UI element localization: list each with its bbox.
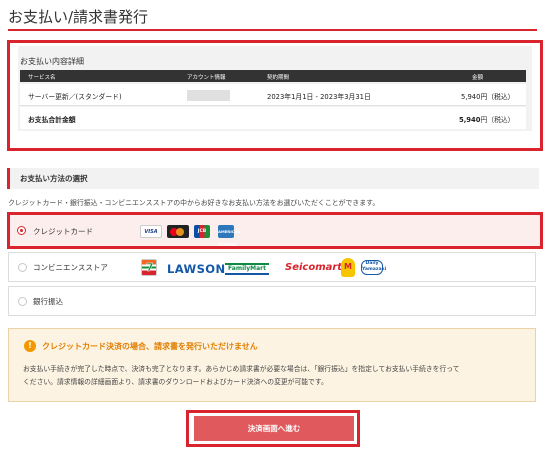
column-service-name: サービス名 bbox=[28, 75, 56, 81]
title-divider bbox=[8, 29, 537, 31]
invoice-notice: ! クレジットカード決済の場合、請求書を発行いただけません お支払い手続きが完了… bbox=[8, 328, 536, 402]
credit-card-radio[interactable] bbox=[17, 226, 26, 235]
page-title: お支払い/請求書発行 bbox=[8, 8, 149, 26]
familymart-logo: FamilyMart bbox=[225, 263, 269, 275]
proceed-to-payment-button[interactable]: 決済画面へ進む bbox=[194, 416, 354, 441]
details-table-header: サービス名 アカウント情報 契約期間 金額 bbox=[20, 70, 526, 82]
convenience-store-radio[interactable] bbox=[18, 263, 27, 272]
ministop-logo: M bbox=[341, 258, 355, 277]
convenience-store-label: コンビニエンスストア bbox=[33, 263, 108, 272]
bank-transfer-radio[interactable] bbox=[18, 297, 27, 306]
lawson-logo: LAWSON bbox=[167, 262, 226, 276]
daily-yamazaki-logo: Daily Yamazaki bbox=[361, 260, 386, 275]
contract-period: 2023年1月1日 - 2023年3月31日 bbox=[267, 93, 371, 101]
total-label: お支払合計金額 bbox=[28, 116, 76, 124]
service-name: サーバー更新／(スタンダード) bbox=[28, 93, 122, 101]
total-row: お支払合計金額 5,940円（税込） bbox=[20, 107, 526, 129]
payment-option-convenience-store[interactable]: コンビニエンスストア 7 LAWSON FamilyMart Seicomart… bbox=[8, 252, 536, 282]
credit-card-label: クレジットカード bbox=[33, 227, 93, 236]
total-amount-number: 5,940 bbox=[459, 116, 481, 124]
payment-method-section-header: お支払い方法の選択 bbox=[7, 168, 539, 189]
account-info-masked bbox=[187, 90, 230, 101]
notice-line-1: お支払い手続きが完了した時点で、決済も完了となります。あらかじめ請求書が必要な場… bbox=[23, 365, 460, 373]
jcb-logo: JCB bbox=[194, 225, 210, 238]
payment-details-heading: お支払い内容詳細 bbox=[20, 57, 84, 66]
amex-logo: AMERICAN EXPRESS bbox=[218, 225, 241, 247]
seven-eleven-logo: 7 bbox=[141, 259, 157, 276]
column-contract-period: 契約期間 bbox=[267, 75, 290, 81]
payment-option-bank-transfer[interactable]: 銀行振込 bbox=[8, 286, 536, 316]
mastercard-logo bbox=[167, 225, 189, 238]
notice-line-2: ください。請求情報の詳細画面より、請求書のダウンロードおよびカード決済への変更が… bbox=[23, 378, 328, 386]
column-account-info: アカウント情報 bbox=[187, 75, 226, 81]
table-row: サーバー更新／(スタンダード) 2023年1月1日 - 2023年3月31日 5… bbox=[20, 84, 526, 106]
seicomart-logo: Seicomart bbox=[285, 262, 343, 273]
payment-method-description: クレジットカード・銀行振込・コンビニエンスストアの中からお好きなお支払い方法をお… bbox=[8, 199, 380, 207]
seven-eleven-mark: 7 bbox=[146, 261, 154, 274]
payment-option-credit-card[interactable]: クレジットカード VISA JCB AMERICAN EXPRESS bbox=[7, 212, 543, 249]
total-amount-suffix: 円（税込） bbox=[480, 116, 515, 124]
column-amount: 金額 bbox=[472, 75, 484, 81]
bank-transfer-label: 銀行振込 bbox=[33, 297, 63, 306]
warning-icon: ! bbox=[24, 340, 36, 352]
payment-method-title: お支払い方法の選択 bbox=[20, 174, 88, 183]
visa-logo: VISA bbox=[140, 225, 162, 238]
notice-title: クレジットカード決済の場合、請求書を発行いただけません bbox=[42, 342, 258, 351]
row-amount: 5,940円（税込） bbox=[461, 93, 515, 101]
total-amount: 5,940円（税込） bbox=[459, 114, 514, 124]
notice-body: お支払い手続きが完了した時点で、決済も完了となります。あらかじめ請求書が必要な場… bbox=[23, 363, 523, 389]
